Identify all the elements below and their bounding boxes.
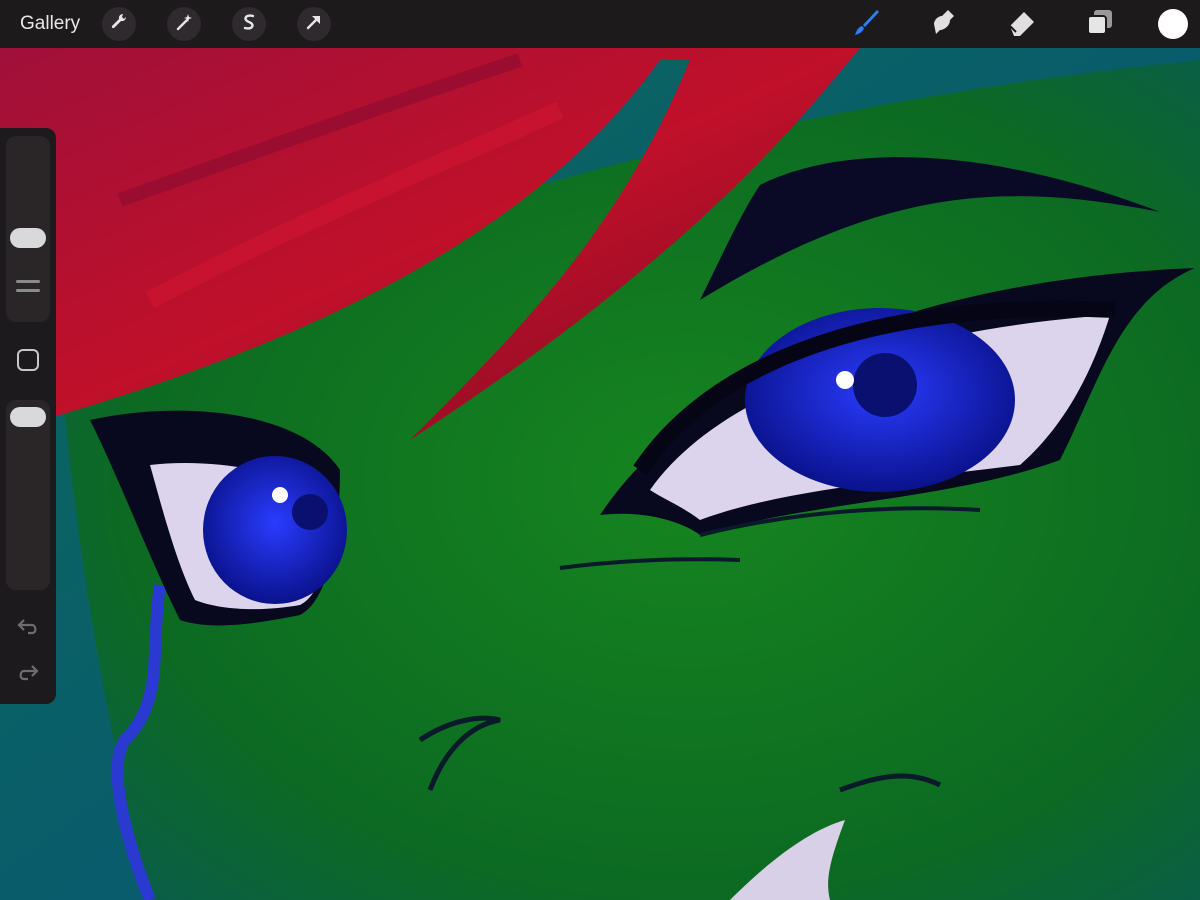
redo-button[interactable] — [14, 660, 42, 688]
actions-button[interactable] — [102, 7, 137, 41]
selection-button[interactable] — [232, 7, 267, 41]
right-eye-highlight — [836, 371, 854, 389]
left-pupil — [292, 494, 328, 530]
brush-icon — [849, 5, 883, 44]
drawing-canvas[interactable] — [0, 0, 1200, 900]
slider-grip-icon — [16, 278, 40, 299]
undo-button[interactable] — [14, 614, 42, 642]
eraser-icon — [1006, 6, 1038, 43]
transform-button[interactable] — [297, 7, 332, 41]
redo-icon — [16, 660, 40, 689]
eraser-tool-button[interactable] — [1002, 4, 1042, 44]
opacity-slider-thumb[interactable] — [10, 407, 46, 427]
gallery-button[interactable]: Gallery — [20, 13, 80, 35]
wrench-icon — [109, 12, 129, 37]
brush-size-slider-thumb[interactable] — [10, 228, 46, 248]
transform-arrow-icon — [304, 12, 324, 37]
smudge-tool-button[interactable] — [924, 4, 964, 44]
color-picker-button[interactable] — [1158, 9, 1188, 39]
layers-icon — [1085, 7, 1115, 42]
left-iris — [203, 456, 347, 604]
selection-icon — [239, 12, 259, 37]
left-eye-highlight — [272, 487, 288, 503]
right-pupil — [853, 353, 917, 417]
modify-button[interactable] — [14, 348, 42, 376]
modify-square-icon — [16, 348, 40, 377]
left-sidebar — [0, 128, 56, 704]
opacity-slider[interactable] — [6, 400, 50, 590]
magic-wand-icon — [174, 12, 194, 37]
brush-tool-button[interactable] — [846, 4, 886, 44]
undo-icon — [16, 614, 40, 643]
layers-button[interactable] — [1080, 4, 1120, 44]
smudge-icon — [928, 6, 960, 43]
adjustments-button[interactable] — [167, 7, 202, 41]
top-toolbar: Gallery — [0, 0, 1200, 48]
